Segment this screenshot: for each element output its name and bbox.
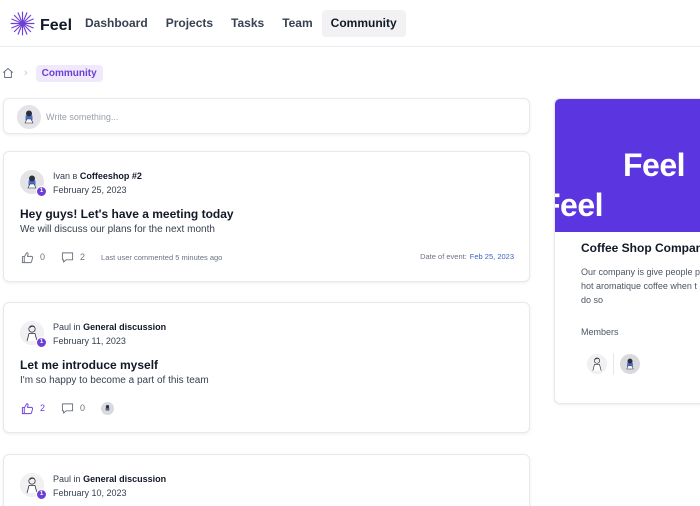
avatar[interactable]: 1 — [20, 170, 47, 197]
event-date-value[interactable]: Feb 25, 2023 — [470, 252, 514, 261]
nav-community[interactable]: Community — [321, 10, 406, 37]
banner-word: Feel — [623, 147, 686, 183]
post-date: February 25, 2023 — [53, 185, 127, 195]
group-description-line: do so — [581, 295, 604, 305]
post-actions: 2 0 — [21, 401, 115, 415]
post-group-link[interactable]: General discussion — [83, 474, 166, 484]
comment-icon — [61, 251, 74, 264]
thumbs-up-icon — [21, 251, 34, 264]
post-connector: in — [73, 474, 81, 484]
level-badge: 1 — [36, 489, 47, 500]
nav-projects[interactable]: Projects — [157, 10, 222, 37]
post-meta: Ivan в Coffeeshop #2 February 25, 2023 — [53, 170, 142, 196]
post-card: 1 Paul in General discussion February 11… — [3, 302, 530, 433]
like-button[interactable]: 2 — [21, 402, 45, 415]
post-meta: Paul in General discussion February 11, … — [53, 321, 166, 347]
post-title: Let me introduce myself — [20, 358, 159, 372]
post-title: Hey guys! Let's have a meeting today — [20, 207, 234, 221]
group-banner: Feel Feel — [555, 99, 700, 232]
member-avatar[interactable] — [587, 354, 607, 374]
post-connector: в — [72, 171, 78, 181]
avatar[interactable]: 1 — [20, 321, 47, 348]
like-count: 0 — [40, 252, 46, 262]
comment-button[interactable]: 0 — [61, 402, 85, 415]
banner-word: Feel — [555, 187, 604, 223]
post-connector: in — [73, 322, 81, 332]
members-label: Members — [581, 327, 619, 337]
level-badge: 1 — [36, 186, 47, 197]
nav-team[interactable]: Team — [273, 10, 321, 37]
chevron-right-icon: › — [24, 67, 28, 79]
post-body: I'm so happy to become a part of this te… — [20, 375, 209, 386]
nav-tasks[interactable]: Tasks — [222, 10, 273, 37]
event-date: Date of event: Feb 25, 2023 — [420, 252, 514, 261]
post-author[interactable]: Paul — [53, 474, 71, 484]
post-body: We will discuss our plans for the next m… — [20, 224, 215, 235]
post-author-row: 1 Ivan в Coffeeshop #2 February 25, 2023 — [20, 170, 142, 197]
breadcrumb: › Community — [2, 64, 103, 82]
post-composer — [3, 98, 530, 134]
post-meta: Paul in General discussion February 10, … — [53, 473, 166, 499]
breadcrumb-current[interactable]: Community — [35, 64, 103, 82]
post-card: 1 Paul in General discussion February 10… — [3, 454, 530, 506]
starburst-icon — [10, 11, 35, 41]
comment-icon — [61, 402, 74, 415]
post-author-line: Paul in General discussion — [53, 321, 166, 333]
level-badge: 1 — [36, 337, 47, 348]
avatar — [17, 105, 41, 129]
members-divider — [613, 353, 614, 375]
members-list — [587, 353, 640, 375]
group-card: Feel Feel Coffee Shop Company Our compan… — [554, 98, 700, 404]
event-date-label: Date of event: — [420, 252, 467, 261]
thumbs-up-icon — [21, 402, 34, 415]
composer-input[interactable] — [46, 107, 506, 127]
post-author-row: 1 Paul in General discussion February 10… — [20, 473, 166, 500]
group-description: Our company is give people p hot aromati… — [581, 265, 700, 307]
top-bar: Feel Dashboard Projects Tasks Team Commu… — [0, 0, 700, 47]
post-author[interactable]: Paul — [53, 322, 71, 332]
app-name: Feel — [40, 17, 73, 34]
post-author-line: Ivan в Coffeeshop #2 — [53, 170, 142, 182]
home-icon[interactable] — [2, 67, 14, 79]
comment-count: 2 — [80, 252, 86, 262]
group-name[interactable]: Coffee Shop Company — [581, 241, 700, 255]
post-author[interactable]: Ivan — [53, 171, 70, 181]
last-comment-info: Last user commented 5 minutes ago — [101, 252, 223, 262]
like-button[interactable]: 0 — [21, 251, 45, 264]
group-description-line: Our company is give people p — [581, 267, 700, 277]
avatar[interactable]: 1 — [20, 473, 47, 500]
liker-avatar[interactable] — [101, 401, 115, 415]
post-actions: 0 2 Last user commented 5 minutes ago — [21, 250, 222, 264]
post-card: 1 Ivan в Coffeeshop #2 February 25, 2023… — [3, 151, 530, 282]
post-author-row: 1 Paul in General discussion February 11… — [20, 321, 166, 348]
post-group-link[interactable]: Coffeeshop #2 — [80, 171, 142, 181]
post-date: February 11, 2023 — [53, 336, 126, 346]
like-count: 2 — [40, 403, 46, 413]
logo[interactable]: Feel — [10, 11, 72, 41]
post-group-link[interactable]: General discussion — [83, 322, 166, 332]
nav-dashboard[interactable]: Dashboard — [76, 10, 157, 37]
group-description-line: hot aromatique coffee when t — [581, 281, 697, 291]
main-nav: Dashboard Projects Tasks Team Community — [76, 10, 406, 37]
member-avatar[interactable] — [620, 354, 640, 374]
comment-count: 0 — [80, 403, 86, 413]
comment-button[interactable]: 2 — [61, 251, 85, 264]
post-date: February 10, 2023 — [53, 488, 127, 498]
post-author-line: Paul in General discussion — [53, 473, 166, 485]
